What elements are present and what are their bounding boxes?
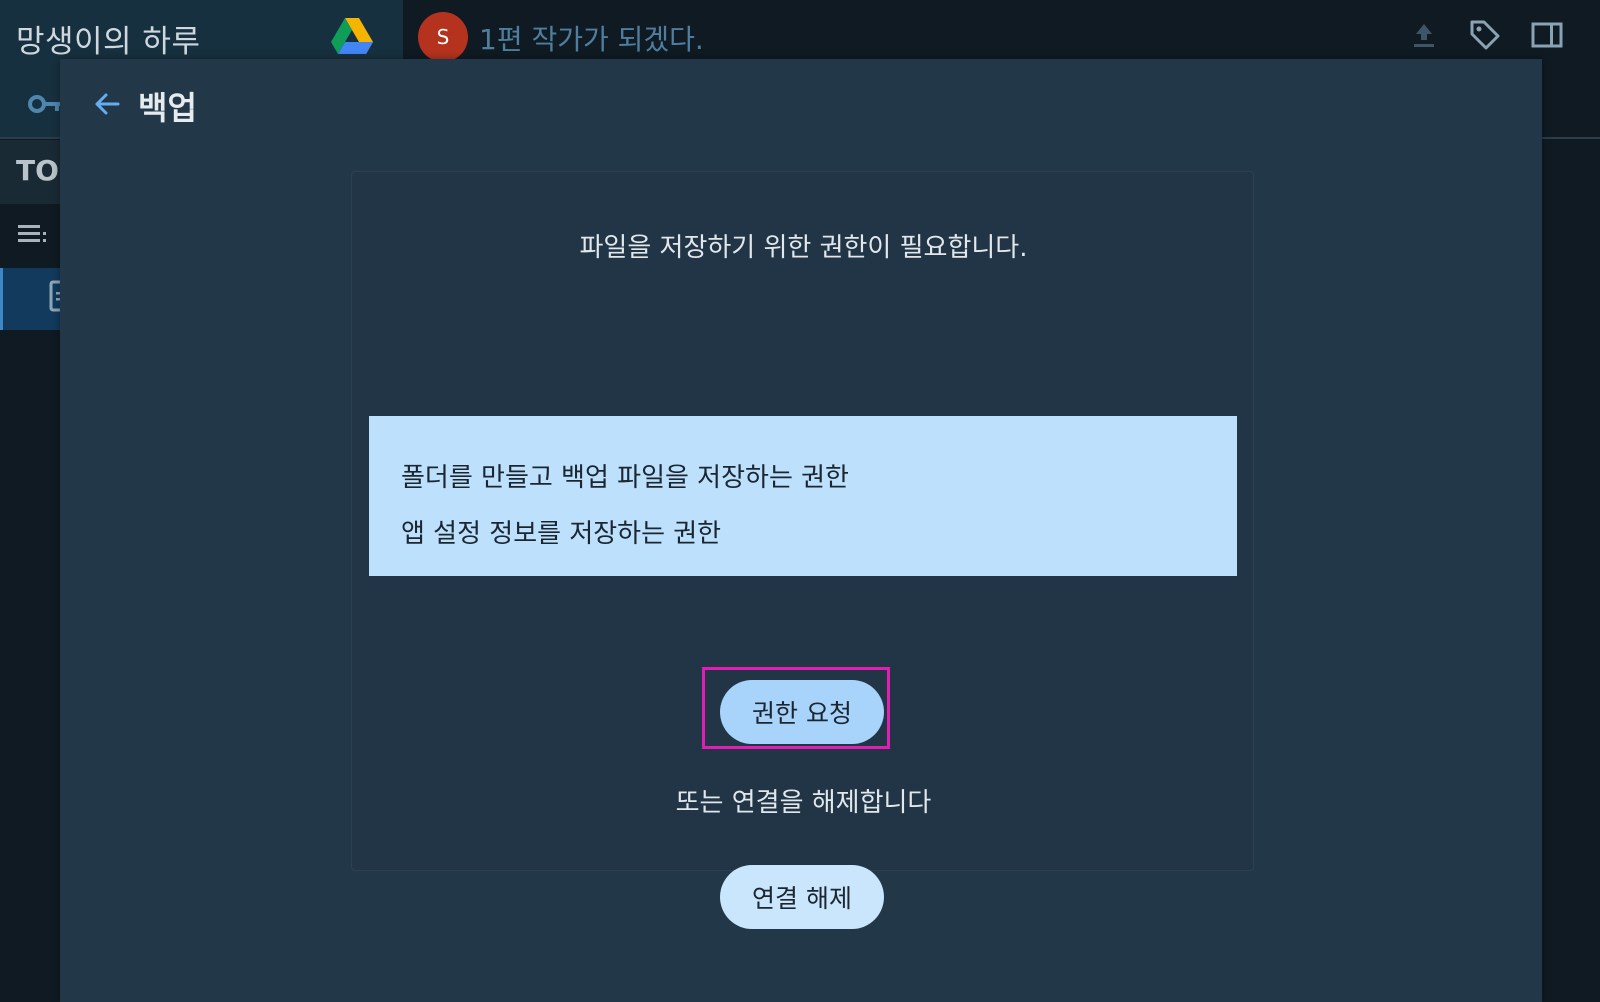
list-icon[interactable]	[18, 222, 48, 246]
book-title[interactable]: 망생이의 하루	[16, 16, 200, 61]
scope-item: 앱 설정 정보를 저장하는 권한	[401, 519, 722, 549]
disconnect-button[interactable]: 연결 해제	[720, 865, 884, 929]
permission-message: 파일을 저장하기 위한 권한이 필요합니다.	[579, 233, 1028, 263]
dialog-title: 백업	[138, 89, 197, 127]
alternative-text: 또는 연결을 해제합니다	[675, 788, 932, 818]
app-window: 망생이의 하루 TOC S 1편 작가가 되겠다. 백업 파일을 저장하기 위한…	[0, 0, 1600, 1002]
document-title[interactable]: 1편 작가가 되겠다.	[479, 18, 704, 58]
permission-card: 파일을 저장하기 위한 권한이 필요합니다. 폴더를 만들고 백업 파일을 저장…	[351, 171, 1254, 929]
permission-scope-list: 폴더를 만들고 백업 파일을 저장하는 권한 앱 설정 정보를 저장하는 권한	[369, 416, 1237, 576]
avatar[interactable]: S	[418, 12, 468, 62]
panel-toggle-icon[interactable]	[1530, 18, 1564, 52]
key-icon[interactable]	[28, 92, 62, 116]
scope-item: 폴더를 만들고 백업 파일을 저장하는 권한	[401, 463, 849, 493]
tag-icon[interactable]	[1468, 18, 1502, 52]
google-drive-icon[interactable]	[331, 18, 373, 56]
back-arrow-icon[interactable]	[92, 89, 122, 119]
upload-icon[interactable]	[1407, 18, 1441, 52]
request-permission-button[interactable]: 권한 요청	[720, 680, 884, 744]
backup-dialog: 백업 파일을 저장하기 위한 권한이 필요합니다. 폴더를 만들고 백업 파일을…	[60, 59, 1542, 1002]
